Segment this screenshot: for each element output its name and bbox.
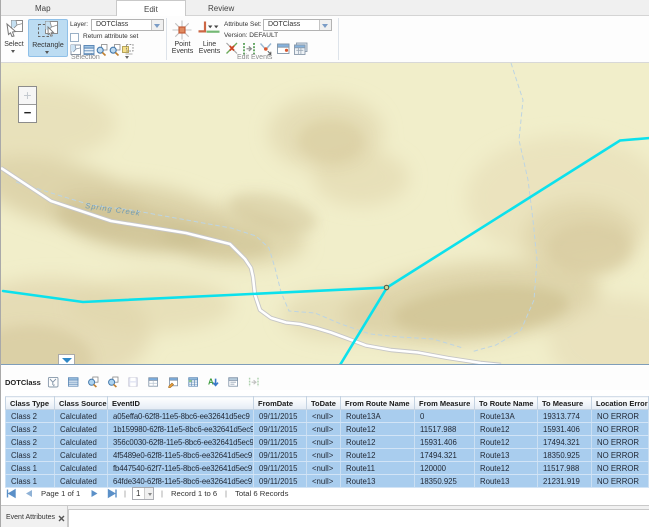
svg-text:A: A	[208, 378, 214, 387]
